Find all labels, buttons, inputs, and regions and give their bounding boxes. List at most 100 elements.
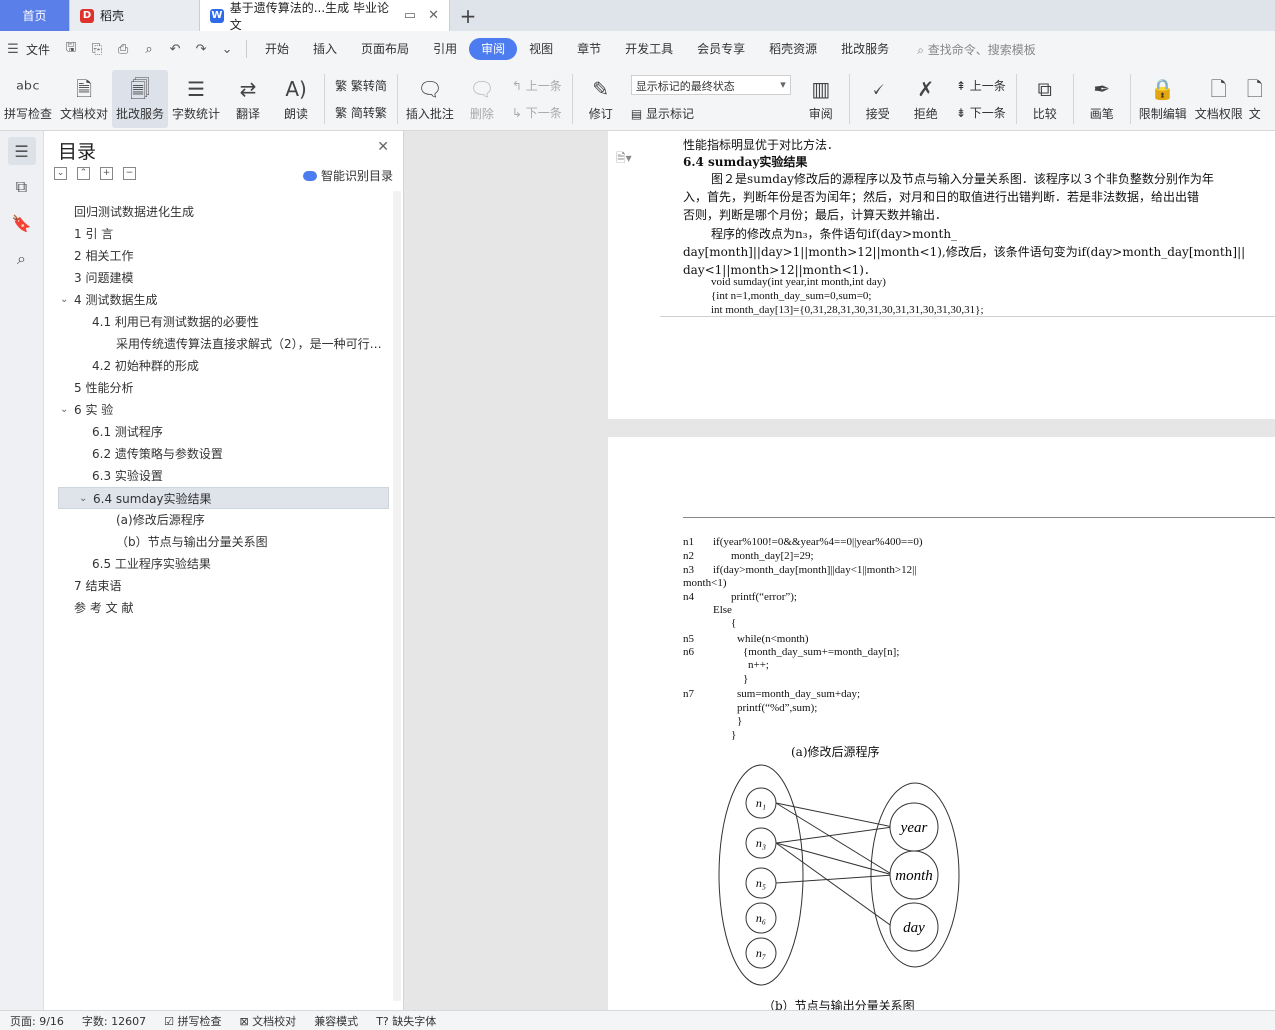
trad-to-simp-button[interactable]: 繁 繁转简 xyxy=(335,77,387,94)
expand-up-icon[interactable]: ⌃ xyxy=(77,167,90,180)
toc-item[interactable]: 采用传统遗传算法直接求解式（2），是一种可行的方法…… xyxy=(58,333,389,355)
correction-service-button[interactable]: 🗐 批改服务 xyxy=(112,69,169,128)
toc-item[interactable]: 回归测试数据进化生成 xyxy=(58,201,389,223)
tab-document[interactable]: W 基于遗传算法的...生成 毕业论文 ▭ ✕ xyxy=(200,0,450,32)
remove-level-icon[interactable]: − xyxy=(123,167,136,180)
toc-item[interactable]: 4.2 初始种群的形成 xyxy=(58,355,389,377)
command-search[interactable]: ⌕ 查找命令、搜索模板 xyxy=(917,41,1036,58)
word-count-label: 字数统计 xyxy=(172,107,221,121)
redo-icon[interactable]: ↷ xyxy=(188,42,214,57)
toc-item[interactable]: 2 相关工作 xyxy=(58,245,389,267)
menu-start[interactable]: 开始 xyxy=(253,38,301,60)
tab-daoke[interactable]: D 稻壳 xyxy=(70,0,200,31)
menu-member[interactable]: 会员专享 xyxy=(685,38,757,60)
accept-button[interactable]: 🗸 接受 xyxy=(854,70,902,128)
new-tab-button[interactable]: + xyxy=(450,0,486,31)
compat-mode[interactable]: 兼容模式 xyxy=(314,1013,358,1029)
menu-review[interactable]: 审阅 xyxy=(469,38,518,60)
menu-correction[interactable]: 批改服务 xyxy=(829,38,901,60)
toc-panel-icon[interactable]: ☰ xyxy=(7,137,36,165)
toc-item[interactable]: 5 性能分析 xyxy=(58,377,389,399)
menu-chapter[interactable]: 章节 xyxy=(565,38,613,60)
export-icon[interactable]: ⎘ xyxy=(84,42,110,57)
compare-label: 比较 xyxy=(1032,107,1057,121)
compare-icon: ⧉ xyxy=(1037,77,1052,101)
more-toolbar-button[interactable]: 🗋 文 xyxy=(1247,70,1263,128)
smart-toc-icon xyxy=(302,170,317,181)
bookmark-icon[interactable]: 🔖 xyxy=(8,209,36,237)
code-line-label: n3 xyxy=(683,564,694,576)
word-count[interactable]: 字数: 12607 xyxy=(82,1013,146,1029)
chevron-down-icon[interactable]: ⌄ xyxy=(79,488,87,508)
compare-button[interactable]: ⧉ 比较 xyxy=(1021,70,1069,128)
collapse-all-icon[interactable]: ⌄ xyxy=(54,167,67,180)
chapter-nav-icon[interactable]: ⧉ xyxy=(8,173,36,201)
spell-check-status[interactable]: ☑ 拼写检查 xyxy=(164,1013,221,1029)
toc-item[interactable]: 6.1 测试程序 xyxy=(58,421,389,443)
toc-item[interactable]: 6.3 实验设置 xyxy=(58,465,389,487)
print-icon[interactable]: ⎙ xyxy=(110,42,136,57)
reject-button[interactable]: ✗ 拒绝 xyxy=(902,70,950,128)
word-count-button[interactable]: ☰ 字数统计 xyxy=(168,70,224,128)
toc-item[interactable]: 6.2 遗传策略与参数设置 xyxy=(58,443,389,465)
next-comment-button[interactable]: ↳ 下一条 xyxy=(512,104,562,121)
chevron-down-icon[interactable]: ⌄ xyxy=(60,289,68,311)
toc-item[interactable]: 参 考 文 献 xyxy=(58,597,389,619)
prev-change-button[interactable]: ⇞ 上一条 xyxy=(956,77,1006,94)
toc-scrollbar[interactable] xyxy=(393,191,401,1001)
doc-permission-button[interactable]: 🗋 文档权限 xyxy=(1191,70,1247,128)
menu-layout[interactable]: 页面布局 xyxy=(349,38,421,60)
menu-reference[interactable]: 引用 xyxy=(421,38,469,60)
save-icon[interactable]: 🖫 xyxy=(58,38,84,60)
translate-button[interactable]: ⇄ 翻译 xyxy=(224,70,272,128)
toc-item[interactable]: 1 引 言 xyxy=(58,223,389,245)
insert-comment-button[interactable]: 🗨 插入批注 xyxy=(402,70,458,128)
restrict-edit-button[interactable]: 🔒 限制编辑 xyxy=(1135,70,1191,128)
undo-icon[interactable]: ↶ xyxy=(162,42,188,57)
toc-item[interactable]: 6.5 工业程序实验结果 xyxy=(58,553,389,575)
close-tab-icon[interactable]: ✕ xyxy=(428,8,439,23)
print-preview-icon[interactable]: ⌕ xyxy=(136,42,162,57)
simp-to-trad-button[interactable]: 繁 简转繁 xyxy=(335,104,387,121)
doc-text-line: 图２是sumday修改后的源程序以及节点与输入分量关系图．该程序以３个非负整数分… xyxy=(711,172,1214,186)
markup-state-select[interactable]: 显示标记的最终状态 xyxy=(630,75,791,95)
tab-home[interactable]: 首页 xyxy=(0,0,70,31)
add-level-icon[interactable]: + xyxy=(100,167,113,180)
spell-check-button[interactable]: ᵃᵇᶜ 拼写检查 xyxy=(0,70,56,128)
toc-item[interactable]: 7 结束语 xyxy=(58,575,389,597)
daoke-icon: D xyxy=(80,8,94,23)
review-pane-button[interactable]: ▥ 审阅 xyxy=(797,70,845,128)
smart-toc-button[interactable]: 智能识别目录 xyxy=(302,167,393,184)
toc-item[interactable]: ⌄ 6 实 验 xyxy=(58,399,389,421)
next-change-button[interactable]: ⇟ 下一条 xyxy=(956,104,1006,121)
page-note-icon[interactable]: 🗎▾ xyxy=(616,149,632,170)
hamburger-icon[interactable]: ☰ xyxy=(0,42,26,57)
monitor-icon[interactable]: ▭ xyxy=(404,8,416,23)
menu-daoke-resource[interactable]: 稻壳资源 xyxy=(757,38,829,60)
toc-item[interactable]: ⌄ 6.4 sumday实验结果 xyxy=(58,487,389,509)
toc-item[interactable]: （b）节点与输出分量关系图 xyxy=(58,531,389,553)
revise-button[interactable]: ✎ 修订 xyxy=(577,70,625,128)
proofread-button[interactable]: 🗎 文档校对 xyxy=(56,70,112,128)
menu-insert[interactable]: 插入 xyxy=(301,38,349,60)
toc-item-label: (a)修改后源程序 xyxy=(116,513,205,527)
toc-item[interactable]: 4.1 利用已有测试数据的必要性 xyxy=(58,311,389,333)
prev-comment-button[interactable]: ↰ 上一条 xyxy=(512,77,562,94)
read-aloud-button[interactable]: A) 朗读 xyxy=(272,70,320,128)
close-icon[interactable]: ✕ xyxy=(377,139,389,155)
toc-item[interactable]: (a)修改后源程序 xyxy=(58,509,389,531)
menu-view[interactable]: 视图 xyxy=(517,38,565,60)
page-indicator[interactable]: 页面: 9/16 xyxy=(10,1013,64,1029)
find-icon[interactable]: ⌕ xyxy=(8,245,36,273)
toc-item[interactable]: 3 问题建模 xyxy=(58,267,389,289)
proof-status[interactable]: ⊠ 文档校对 xyxy=(239,1013,296,1029)
menu-devtools[interactable]: 开发工具 xyxy=(613,38,685,60)
toc-item[interactable]: ⌄ 4 测试数据生成 xyxy=(58,289,389,311)
pen-button[interactable]: ✒ 画笔 xyxy=(1078,70,1126,128)
file-menu[interactable]: 文件 xyxy=(26,41,50,58)
delete-comment-button[interactable]: 🗨 删除 xyxy=(458,70,506,128)
show-markup-button[interactable]: ▤ 显示标记 xyxy=(631,105,791,122)
missing-font[interactable]: T? 缺失字体 xyxy=(376,1013,436,1029)
chevron-down-icon[interactable]: ⌄ xyxy=(60,399,68,421)
customize-chevron-icon[interactable]: ⌄ xyxy=(214,42,240,57)
